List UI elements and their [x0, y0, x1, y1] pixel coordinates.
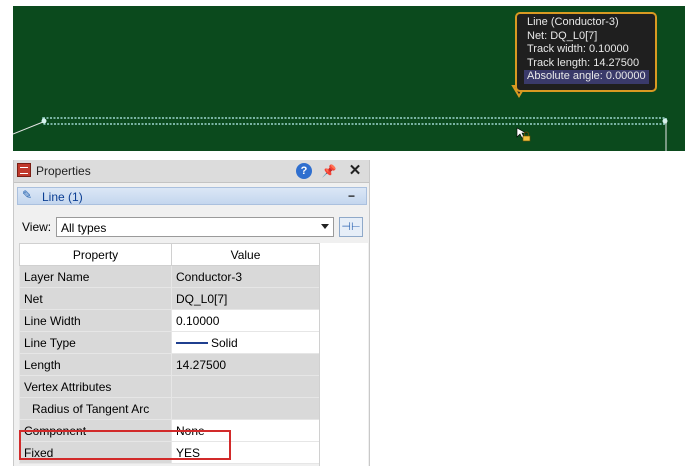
property-value: [171, 397, 320, 420]
selected-trace: [42, 117, 667, 125]
close-icon[interactable]: ✕: [347, 163, 363, 179]
properties-app-icon: [17, 163, 31, 177]
lock-cursor-icon: [516, 127, 531, 142]
collapse-icon[interactable]: −: [348, 189, 355, 203]
tooltip-line: Track width: 0.10000: [527, 43, 629, 55]
property-name: Line Type: [19, 331, 172, 354]
table-row[interactable]: Net DQ_L0[7]: [19, 287, 320, 310]
tooltip-line: Net: DQ_L0[7]: [527, 29, 598, 42]
pin-filter-button[interactable]: ⊣⊢: [339, 217, 363, 237]
property-name: Fixed: [19, 441, 172, 464]
trace-stub-left: [13, 121, 44, 135]
trace-info-tooltip: Line (Conductor-3) Net: DQ_L0[7] Track w…: [515, 12, 657, 92]
line-type-field[interactable]: Solid: [171, 331, 320, 354]
table-row[interactable]: Fixed YES: [19, 441, 320, 464]
section-header-line[interactable]: ✎ Line (1) −: [17, 187, 367, 205]
line-width-field[interactable]: 0.10000: [171, 309, 320, 332]
table-row[interactable]: Line Type Solid: [19, 331, 320, 354]
trace-endpoint-left: [41, 118, 47, 124]
panel-title: Properties: [36, 164, 91, 178]
properties-grid: Property Value Layer Name Conductor-3 Ne…: [19, 243, 320, 464]
grid-empty-area: [319, 243, 368, 466]
property-name: Length: [19, 353, 172, 376]
tooltip-line: Line (Conductor-3): [527, 16, 619, 28]
section-label: Line (1): [42, 190, 83, 204]
component-field[interactable]: None: [171, 419, 320, 442]
view-label: View:: [22, 220, 52, 234]
property-value: Conductor-3: [171, 265, 320, 288]
line-type-value: Solid: [211, 335, 238, 350]
properties-panel: Properties ? 📌 ✕ ✎ Line (1) − View: All …: [13, 160, 370, 466]
fixed-field[interactable]: YES: [171, 441, 320, 464]
line-style-swatch: [176, 342, 208, 345]
tooltip-line-highlighted: Absolute angle: 0.00000: [524, 70, 649, 84]
property-name: Radius of Tangent Arc: [19, 397, 172, 420]
table-row[interactable]: Vertex Attributes: [19, 375, 320, 398]
view-type-value: All types: [61, 221, 107, 235]
property-value: 14.27500: [171, 353, 320, 376]
edit-icon: ✎: [22, 188, 33, 202]
property-value: DQ_L0[7]: [171, 287, 320, 310]
help-icon[interactable]: ?: [296, 163, 312, 179]
column-header-property[interactable]: Property: [19, 243, 172, 266]
property-name: Layer Name: [19, 265, 172, 288]
table-row[interactable]: Layer Name Conductor-3: [19, 265, 320, 288]
grid-header-row: Property Value: [19, 243, 320, 266]
property-name: Net: [19, 287, 172, 310]
property-value: [171, 375, 320, 398]
view-type-dropdown[interactable]: All types: [56, 217, 334, 237]
panel-titlebar[interactable]: Properties ? 📌 ✕: [14, 160, 369, 183]
pin-icon[interactable]: 📌: [321, 163, 337, 179]
column-header-value[interactable]: Value: [171, 243, 320, 266]
trace-endpoint-right: [662, 118, 668, 124]
pcb-canvas[interactable]: Line (Conductor-3) Net: DQ_L0[7] Track w…: [13, 6, 685, 151]
table-row[interactable]: Component None: [19, 419, 320, 442]
property-name: Line Width: [19, 309, 172, 332]
chevron-down-icon: [321, 224, 329, 229]
tooltip-line: Track length: 14.27500: [527, 56, 640, 69]
table-row[interactable]: Radius of Tangent Arc: [19, 397, 320, 420]
table-row[interactable]: Line Width 0.10000: [19, 309, 320, 332]
property-name: Component: [19, 419, 172, 442]
property-name: Vertex Attributes: [19, 375, 172, 398]
table-row[interactable]: Length 14.27500: [19, 353, 320, 376]
